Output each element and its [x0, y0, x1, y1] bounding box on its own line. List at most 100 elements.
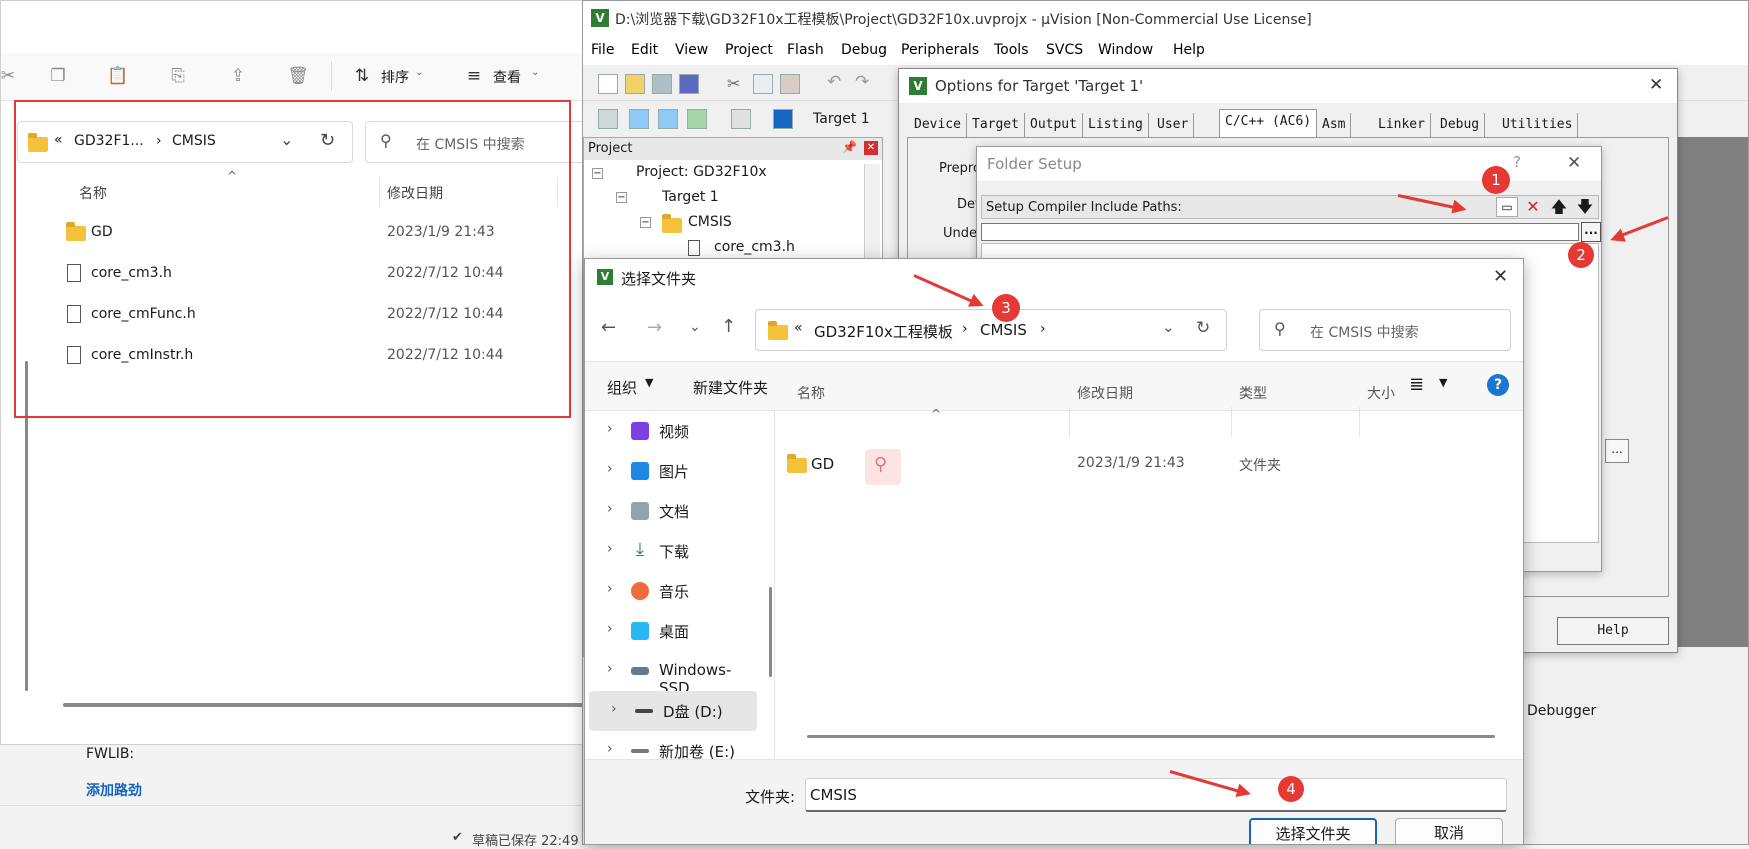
add-path-link[interactable]: 添加路劲 — [86, 780, 142, 800]
batch-build-icon[interactable] — [687, 109, 707, 129]
collapse-icon[interactable]: − — [616, 192, 627, 203]
nav-item-windows-ssd[interactable]: › Windows-SSD — [585, 651, 760, 697]
folder-name-input[interactable]: CMSIS — [805, 778, 1507, 812]
menu-view[interactable]: View — [675, 42, 708, 58]
nav-item-pictures[interactable]: › 图片 — [585, 451, 760, 491]
view-mode-icon[interactable]: ≣ — [1409, 374, 1424, 395]
chevron-down-icon[interactable]: ⌄ — [689, 319, 701, 335]
nav-item-documents[interactable]: › 文档 — [585, 491, 760, 531]
cancel-button[interactable]: 取消 — [1395, 818, 1503, 844]
nav-scrollbar[interactable] — [769, 587, 772, 677]
download-icon[interactable] — [773, 109, 793, 129]
delete-icon[interactable]: 🗑 — [285, 63, 311, 89]
tab-listing[interactable]: Listing — [1083, 113, 1149, 137]
collapse-icon[interactable]: − — [592, 168, 603, 179]
tab-device[interactable]: Device — [909, 113, 967, 137]
menu-window[interactable]: Window — [1098, 42, 1153, 58]
open-file-icon[interactable] — [625, 74, 645, 94]
cut-icon[interactable]: ✂ — [1, 63, 21, 89]
menu-peripherals[interactable]: Peripherals — [901, 42, 979, 58]
help-button[interactable]: Help — [1557, 617, 1669, 645]
close-icon[interactable]: ✕ — [1567, 153, 1581, 173]
chevron-down-icon[interactable]: ⌄ — [1162, 318, 1175, 336]
menu-file[interactable]: File — [591, 42, 614, 58]
stop-build-icon[interactable] — [731, 109, 751, 129]
tab-target[interactable]: Target — [967, 113, 1025, 137]
refresh-icon[interactable]: ↻ — [1196, 318, 1210, 338]
back-icon[interactable]: ← — [601, 317, 616, 338]
rename-icon[interactable]: ⎘ — [165, 63, 191, 89]
horizontal-scrollbar[interactable] — [807, 735, 1495, 738]
select-folder-search-box[interactable]: ⚲ 在 CMSIS 中搜索 — [1259, 309, 1511, 351]
delete-path-icon[interactable]: ✕ — [1522, 197, 1544, 217]
new-folder-button[interactable]: 新建文件夹 — [693, 377, 768, 398]
menu-flash[interactable]: Flash — [787, 42, 824, 58]
tab-cpp[interactable]: C/C++ (AC6) — [1219, 109, 1318, 137]
save-icon[interactable] — [652, 74, 672, 94]
breadcrumb-parent[interactable]: GD32F10x工程模板 — [814, 321, 953, 342]
paste-icon[interactable] — [780, 74, 800, 94]
menu-help[interactable]: Help — [1173, 42, 1205, 58]
copy-icon[interactable]: ❐ — [45, 63, 71, 89]
share-icon[interactable]: ⇪ — [225, 63, 251, 89]
forward-icon[interactable]: → — [647, 317, 662, 338]
nav-item-d-drive[interactable]: › D盘 (D:) — [589, 691, 757, 731]
rebuild-icon[interactable] — [658, 109, 678, 129]
translate-icon[interactable] — [598, 109, 618, 129]
view-icon[interactable]: ≡ — [461, 63, 487, 89]
column-header-size[interactable]: 大小 — [1367, 383, 1395, 403]
menu-project[interactable]: Project — [725, 42, 773, 58]
help-icon[interactable]: ? — [1513, 153, 1521, 171]
tree-file[interactable]: core_cm3.h — [714, 239, 795, 255]
menu-tools[interactable]: Tools — [994, 42, 1029, 58]
new-path-icon[interactable]: ▭ — [1496, 197, 1518, 217]
close-icon[interactable]: ✕ — [1493, 266, 1508, 287]
tree-group-cmsis[interactable]: CMSIS — [688, 214, 732, 230]
search-overlay-icon[interactable]: ⚲ — [865, 449, 901, 485]
organize-button[interactable]: 组织 — [607, 377, 637, 398]
nav-item-downloads[interactable]: › ⤓ 下载 — [585, 531, 760, 571]
menu-edit[interactable]: Edit — [631, 42, 658, 58]
select-folder-address-bar[interactable]: « GD32F10x工程模板 › CMSIS › ⌄ ↻ — [755, 309, 1227, 351]
help-icon[interactable]: ? — [1487, 374, 1509, 396]
move-down-icon[interactable]: 🡇 — [1574, 197, 1596, 217]
close-icon[interactable]: ✕ — [864, 141, 878, 155]
pin-icon[interactable]: 📌 — [842, 140, 857, 154]
paste-icon[interactable]: 📋 — [105, 63, 131, 89]
menu-svcs[interactable]: SVCS — [1046, 42, 1083, 58]
cut-icon[interactable]: ✂ — [727, 74, 740, 93]
target-select[interactable]: Target 1 — [813, 111, 870, 127]
view-button[interactable]: 查看 — [493, 67, 521, 87]
include-path-input[interactable] — [981, 223, 1579, 241]
menu-debug[interactable]: Debug — [841, 42, 887, 58]
tab-output[interactable]: Output — [1025, 113, 1083, 137]
column-header-type[interactable]: 类型 — [1239, 383, 1267, 403]
nav-item-videos[interactable]: › 视频 — [585, 411, 760, 451]
tab-linker[interactable]: Linker — [1373, 113, 1431, 137]
column-header-name[interactable]: 名称 — [797, 383, 825, 403]
tree-target[interactable]: Target 1 — [662, 189, 719, 205]
tab-asm[interactable]: Asm — [1317, 113, 1352, 137]
tab-debug[interactable]: Debug — [1435, 113, 1486, 137]
tab-utilities[interactable]: Utilities — [1497, 113, 1579, 137]
horizontal-scrollbar[interactable] — [63, 703, 583, 707]
tree-project-root[interactable]: Project: GD32F10x — [636, 164, 767, 180]
undo-icon[interactable]: ↶ — [827, 72, 841, 92]
browse-button[interactable]: ... — [1605, 439, 1629, 463]
move-up-icon[interactable]: 🡅 — [1548, 197, 1570, 217]
save-all-icon[interactable] — [679, 74, 699, 94]
up-icon[interactable]: ↑ — [721, 316, 736, 337]
close-icon[interactable]: ✕ — [1649, 75, 1663, 95]
sort-button[interactable]: 排序 — [381, 67, 409, 87]
tab-user[interactable]: User — [1152, 113, 1195, 137]
breadcrumb-current[interactable]: CMSIS — [980, 321, 1027, 339]
nav-item-music[interactable]: › 音乐 — [585, 571, 760, 611]
column-header-modified[interactable]: 修改日期 — [1077, 383, 1133, 403]
redo-icon[interactable]: ↷ — [855, 72, 869, 92]
nav-item-desktop[interactable]: › 桌面 — [585, 611, 760, 651]
browse-button[interactable]: ... — [1581, 222, 1601, 242]
copy-icon[interactable] — [753, 74, 773, 94]
sort-icon[interactable]: ⇅ — [349, 63, 375, 89]
dropdown-arrow-icon[interactable]: ▼ — [1439, 376, 1447, 389]
select-folder-button[interactable]: 选择文件夹 — [1249, 818, 1377, 844]
